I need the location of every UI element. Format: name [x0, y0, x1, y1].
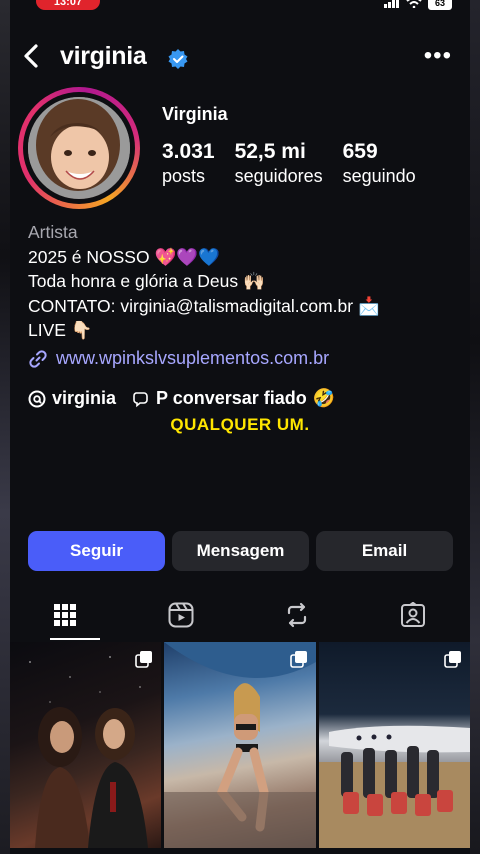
tab-reels[interactable] — [136, 590, 226, 640]
pointing-down-emoji-icon: 👇🏻 — [70, 320, 93, 340]
post-thumbnail[interactable] — [164, 642, 316, 848]
multiple-posts-icon — [290, 651, 307, 668]
bio-line-3: CONTATO: virginia@talismadigital.com.br … — [28, 294, 468, 319]
follow-button[interactable]: Seguir — [28, 531, 165, 571]
display-name: Virginia — [162, 104, 228, 124]
back-arrow-icon[interactable] — [16, 38, 46, 74]
bio-category: Artista — [28, 222, 78, 242]
avatar[interactable] — [28, 97, 130, 199]
background-edge-left — [0, 0, 10, 854]
phone-screen: 13:07 63 virginia ••• Virginia 3.031 pos… — [10, 0, 470, 854]
stat-posts-value: 3.031 — [162, 140, 215, 163]
status-bar: 13:07 63 — [10, 0, 470, 12]
multiple-posts-icon — [135, 651, 152, 668]
email-button[interactable]: Email — [316, 531, 453, 571]
bio-line-3-text: CONTATO: virginia@talismadigital.com.br — [28, 295, 354, 316]
stat-posts-label: posts — [162, 166, 206, 186]
story-ring[interactable] — [18, 87, 140, 209]
tagged-icon — [401, 602, 425, 627]
stat-following-label: seguindo — [342, 166, 416, 186]
link-icon — [29, 349, 47, 368]
video-caption: QUALQUER UM. — [170, 415, 310, 434]
active-tab-indicator — [50, 638, 100, 640]
threads-row: virginia P conversar fiado 🤣 — [28, 388, 335, 409]
post-thumbnail[interactable] — [319, 642, 470, 848]
posts-grid — [10, 642, 470, 848]
bio: Artista 2025 é NOSSO 💖💜💙 Toda honra e gl… — [28, 220, 468, 343]
header-username: virginia — [60, 42, 147, 70]
profile-link[interactable]: www.wpinkslvsuplementos.com.br — [28, 348, 329, 369]
bio-line-2-text: Toda honra e glória a Deus — [28, 271, 239, 291]
tab-grid[interactable] — [20, 590, 110, 640]
bio-line-4: LIVE 👇🏻 — [28, 318, 468, 343]
threads-name[interactable]: virginia — [52, 388, 116, 409]
status-time: 13:07 — [36, 0, 100, 10]
post-image-two-women — [29, 656, 148, 848]
envelope-emoji-icon: 📩 — [357, 295, 380, 316]
verified-badge-icon — [168, 49, 188, 69]
background-edge-right — [470, 0, 480, 854]
profile-stats: 3.031 posts 52,5 mi seguidores 659 segui… — [162, 140, 416, 187]
stat-followers-value: 52,5 mi — [234, 140, 306, 163]
raised-hands-emoji-icon: 🙌🏻 — [243, 271, 265, 291]
threads-icon[interactable] — [28, 390, 46, 408]
tab-tagged[interactable] — [368, 590, 458, 640]
stat-following[interactable]: 659 seguindo — [343, 140, 416, 187]
action-buttons: Seguir Mensagem Email — [28, 531, 453, 571]
avatar-photo — [28, 97, 130, 199]
grid-icon — [54, 604, 76, 626]
post-image-jet-interior — [164, 642, 316, 848]
multiple-posts-icon — [444, 651, 461, 668]
profile-link-text: www.wpinkslvsuplementos.com.br — [56, 348, 330, 368]
signal-icon — [384, 0, 399, 8]
post-thumbnail[interactable] — [10, 642, 161, 848]
stat-posts[interactable]: 3.031 posts — [162, 140, 215, 187]
channel-name[interactable]: P conversar fiado — [156, 388, 307, 409]
profile-header: virginia ••• — [10, 34, 470, 80]
laughing-emoji-icon: 🤣 — [312, 388, 336, 408]
post-image-jet-group — [319, 725, 470, 848]
message-button[interactable]: Mensagem — [172, 531, 309, 571]
stat-followers[interactable]: 52,5 mi seguidores — [235, 140, 323, 187]
reposts-icon — [287, 602, 307, 628]
bio-line-1-text: 2025 é NOSSO — [28, 246, 150, 267]
profile-tabs — [10, 590, 470, 640]
wifi-icon — [406, 0, 422, 8]
battery-indicator: 63 — [428, 0, 452, 10]
bio-line-2: Toda honra e glória a Deus 🙌🏻 — [28, 269, 468, 294]
stat-following-value: 659 — [342, 140, 378, 163]
channel-chat-icon — [133, 391, 148, 407]
hearts-emoji-icon: 💖💜💙 — [154, 246, 220, 267]
bio-line-4-text: LIVE — [28, 320, 66, 340]
more-options-icon[interactable]: ••• — [424, 42, 452, 70]
bio-line-1: 2025 é NOSSO 💖💜💙 — [28, 245, 468, 270]
reels-icon — [168, 602, 194, 628]
status-icons: 63 — [384, 0, 452, 10]
tab-reposts[interactable] — [252, 590, 342, 640]
stat-followers-label: seguidores — [234, 166, 323, 186]
